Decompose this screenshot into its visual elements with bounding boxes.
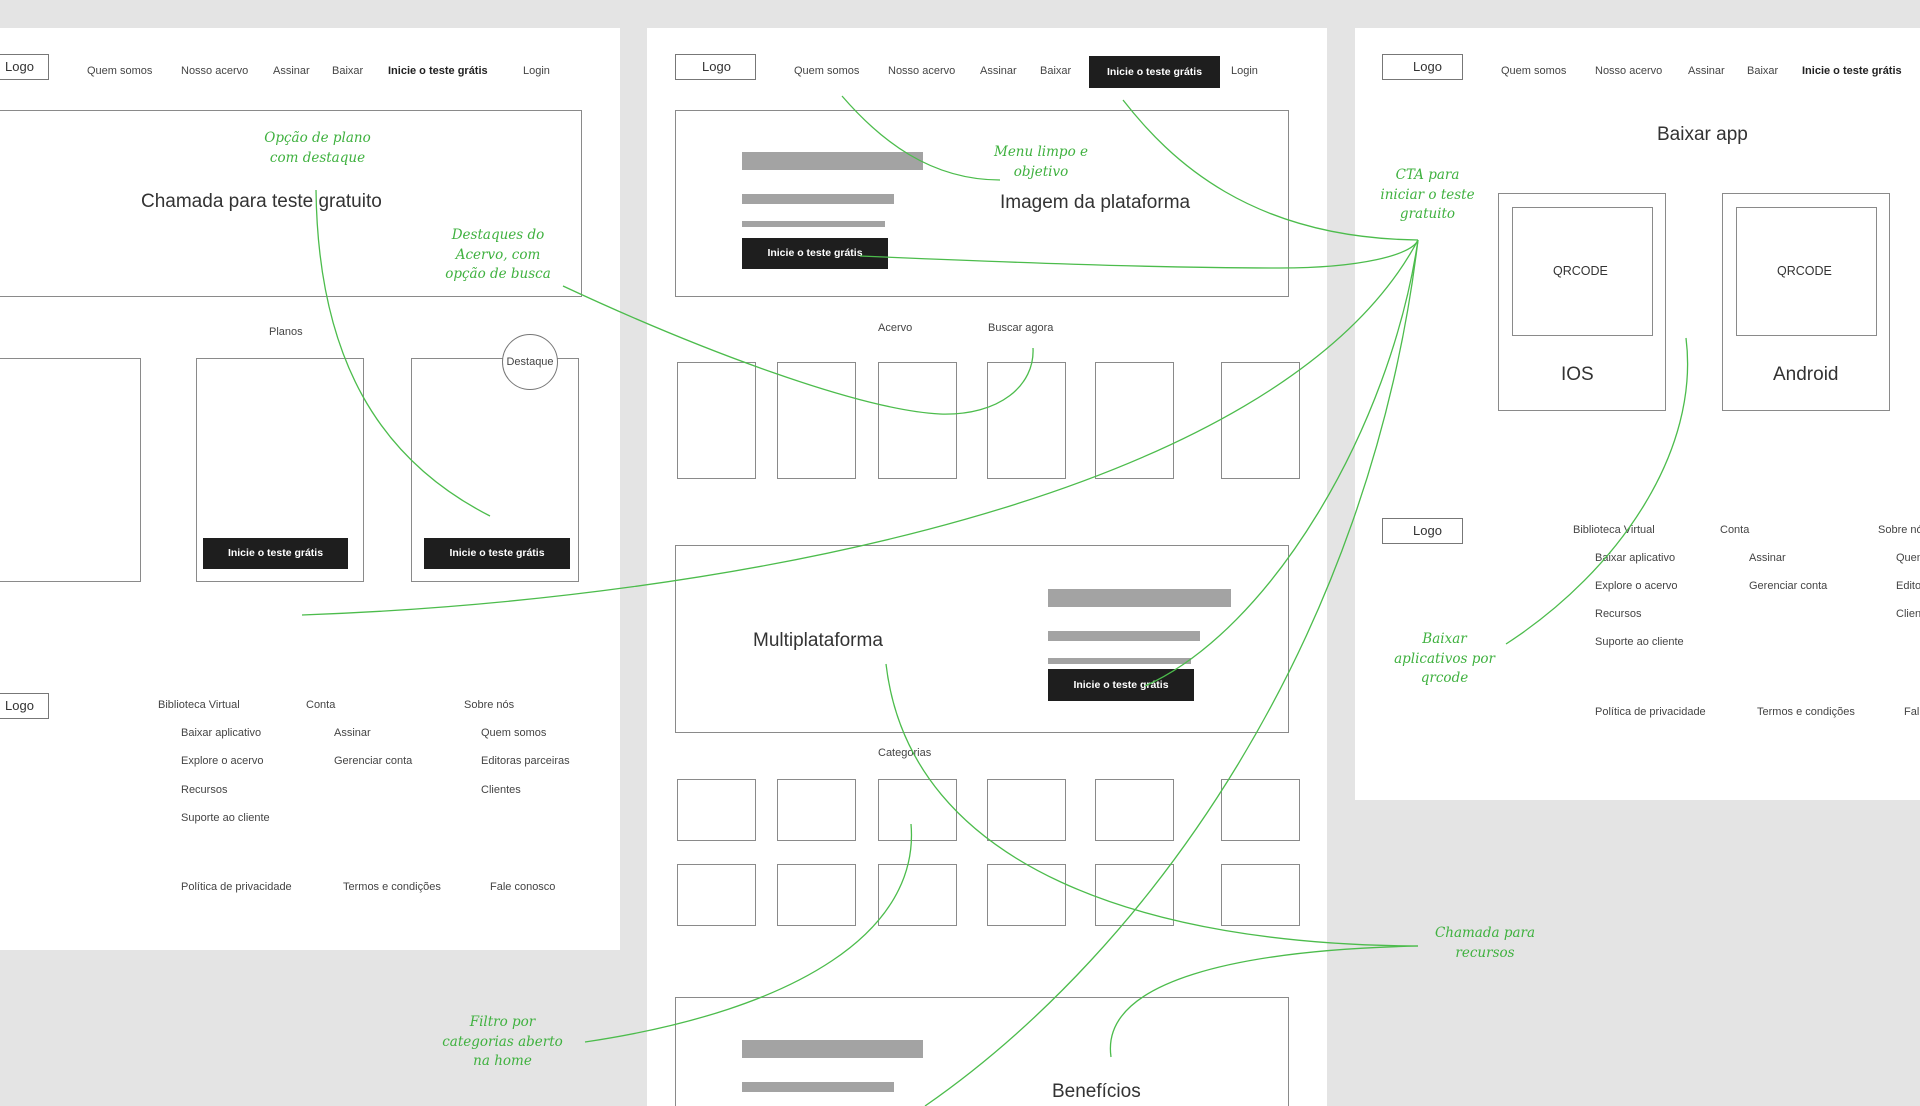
note-line: aplicativos por: [1394, 650, 1495, 667]
note-cta-trial: CTA para iniciar o teste gratuito: [1365, 166, 1490, 225]
note-line: Destaques do: [451, 227, 545, 243]
note-line: qrcode: [1420, 670, 1469, 686]
connector-resources-multi: [885, 663, 1419, 947]
note-line: categorias aberto: [442, 1033, 563, 1050]
note-download-qr: Baixar aplicativos por qrcode: [1382, 630, 1507, 689]
note-line: Filtro por: [469, 1014, 536, 1030]
note-line: objetivo: [1013, 163, 1069, 180]
connector-collection-search: [562, 285, 1034, 415]
note-plan-highlight: Opção de plano com destaque: [255, 129, 380, 168]
note-line: Menu limpo e: [994, 144, 1088, 160]
note-collection-highlights: Destaques do Acervo, com opção de busca: [433, 226, 563, 285]
note-category-filter: Filtro por categorias aberto na home: [430, 1013, 575, 1072]
note-line: Chamada para: [1434, 925, 1536, 941]
connector-cta-plans: [301, 239, 1419, 616]
note-line: iniciar o teste: [1380, 186, 1475, 203]
note-line: Opção de plano: [264, 130, 371, 146]
connector-cta-hero: [859, 239, 1419, 269]
note-line: Acervo, com: [455, 246, 541, 263]
connector-cta-benefits: [924, 239, 1419, 1106]
wireframe-canvas: Logo Quem somos Nosso acervo Assinar Bai…: [0, 0, 1920, 1106]
connector-resources-benefits: [1109, 945, 1419, 1058]
note-clean-menu: Menu limpo e objetivo: [981, 143, 1101, 182]
note-resources-call: Chamada para recursos: [1420, 924, 1550, 963]
note-line: Baixar: [1422, 631, 1467, 647]
note-line: com destaque: [269, 149, 366, 166]
connector-category-filter: [584, 823, 913, 1043]
connector-clean-menu: [841, 95, 1001, 181]
note-line: na home: [473, 1053, 532, 1069]
connector-cta-multiplatform: [1144, 239, 1419, 687]
note-line: opção de busca: [445, 266, 551, 282]
note-line: gratuito: [1399, 206, 1456, 222]
connector-download-qr: [1505, 337, 1689, 645]
note-line: recursos: [1455, 944, 1515, 961]
note-line: CTA para: [1395, 167, 1460, 183]
